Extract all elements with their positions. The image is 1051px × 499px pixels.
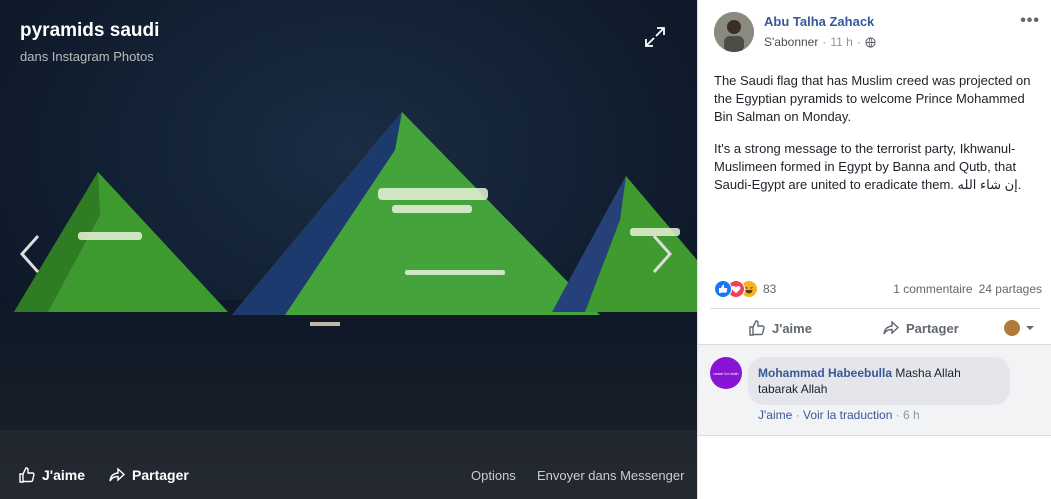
- commenter-avatar[interactable]: name for cloth: [710, 357, 742, 389]
- album-subtitle[interactable]: dans Instagram Photos: [20, 49, 154, 64]
- pyramids-photo: [0, 0, 697, 499]
- comment-sep-2: ·: [892, 408, 904, 422]
- comment-time[interactable]: 6 h: [903, 408, 920, 422]
- comment-bubble: Mohammad Habeebulla Masha Allah tabarak …: [748, 357, 1010, 405]
- post-paragraph-1: The Saudi flag that has Muslim creed was…: [714, 73, 1031, 124]
- caret-down-icon: [1026, 326, 1034, 330]
- share-label: Partager: [906, 320, 959, 336]
- like-reaction-icon: [714, 280, 732, 298]
- follow-link[interactable]: S'abonner: [764, 35, 818, 49]
- reaction-summary[interactable]: 83: [714, 280, 776, 298]
- share-arrow-icon: [883, 320, 900, 335]
- more-options-icon[interactable]: •••: [1020, 12, 1040, 30]
- chevron-left-icon[interactable]: [14, 232, 44, 276]
- like-button[interactable]: J'aime: [748, 319, 812, 337]
- post-time[interactable]: 11 h: [830, 35, 852, 49]
- divider: [710, 308, 1040, 309]
- post-paragraph-2: It's a strong message to the terrorist p…: [714, 141, 1022, 192]
- like-label: J'aime: [772, 320, 812, 336]
- viewer-share-button[interactable]: Partager: [108, 466, 189, 484]
- thumbs-up-icon: [749, 320, 765, 336]
- commenter-name[interactable]: Mohammad Habeebulla: [758, 366, 892, 380]
- share-arrow-icon: [109, 467, 126, 482]
- viewer-like-label: J'aime: [42, 467, 86, 483]
- comment-actions: J'aime · Voir la traduction · 6 h: [758, 408, 920, 422]
- comment-sep: ·: [792, 408, 803, 422]
- reaction-count: 83: [763, 282, 777, 296]
- globe-icon: [865, 36, 876, 48]
- thumbs-up-icon: [19, 467, 35, 483]
- meta-separator-2: ·: [856, 35, 861, 49]
- album-title[interactable]: pyramids saudi: [20, 20, 159, 42]
- share-count-link[interactable]: 24 partages: [979, 282, 1042, 296]
- reaction-as-selector[interactable]: [1004, 320, 1036, 336]
- send-messenger-link[interactable]: Envoyer dans Messenger: [537, 468, 684, 483]
- chevron-right-icon[interactable]: [648, 232, 678, 276]
- post-panel: Abu Talha Zahack S'abonner · 11 h · ••• …: [697, 0, 1051, 499]
- viewer-action-bar: J'aime Partager Options Envoyer dans Mes…: [0, 454, 697, 499]
- comments-section: name for cloth Mohammad Habeebulla Masha…: [698, 344, 1051, 436]
- author-avatar[interactable]: [714, 12, 754, 52]
- post-actions: J'aime Partager: [698, 310, 1051, 344]
- engagement-counts: 1 commentaire 24 partages: [893, 282, 1042, 296]
- expand-icon[interactable]: [643, 25, 667, 49]
- viewer-like-button[interactable]: J'aime: [18, 466, 85, 484]
- post-text: The Saudi flag that has Muslim creed was…: [714, 72, 1044, 208]
- options-link[interactable]: Options: [471, 468, 516, 483]
- profile-mini-avatar: [1004, 320, 1020, 336]
- meta-separator: ·: [822, 35, 827, 49]
- translate-link[interactable]: Voir la traduction: [803, 408, 892, 422]
- comment-like-link[interactable]: J'aime: [758, 408, 792, 422]
- author-name[interactable]: Abu Talha Zahack: [764, 14, 874, 29]
- photo-viewer: pyramids saudi dans Instagram Photos J'a…: [0, 0, 697, 499]
- comment-count-link[interactable]: 1 commentaire: [893, 282, 972, 296]
- share-button[interactable]: Partager: [882, 319, 959, 337]
- viewer-share-label: Partager: [132, 467, 189, 483]
- post-meta: S'abonner · 11 h ·: [764, 35, 876, 49]
